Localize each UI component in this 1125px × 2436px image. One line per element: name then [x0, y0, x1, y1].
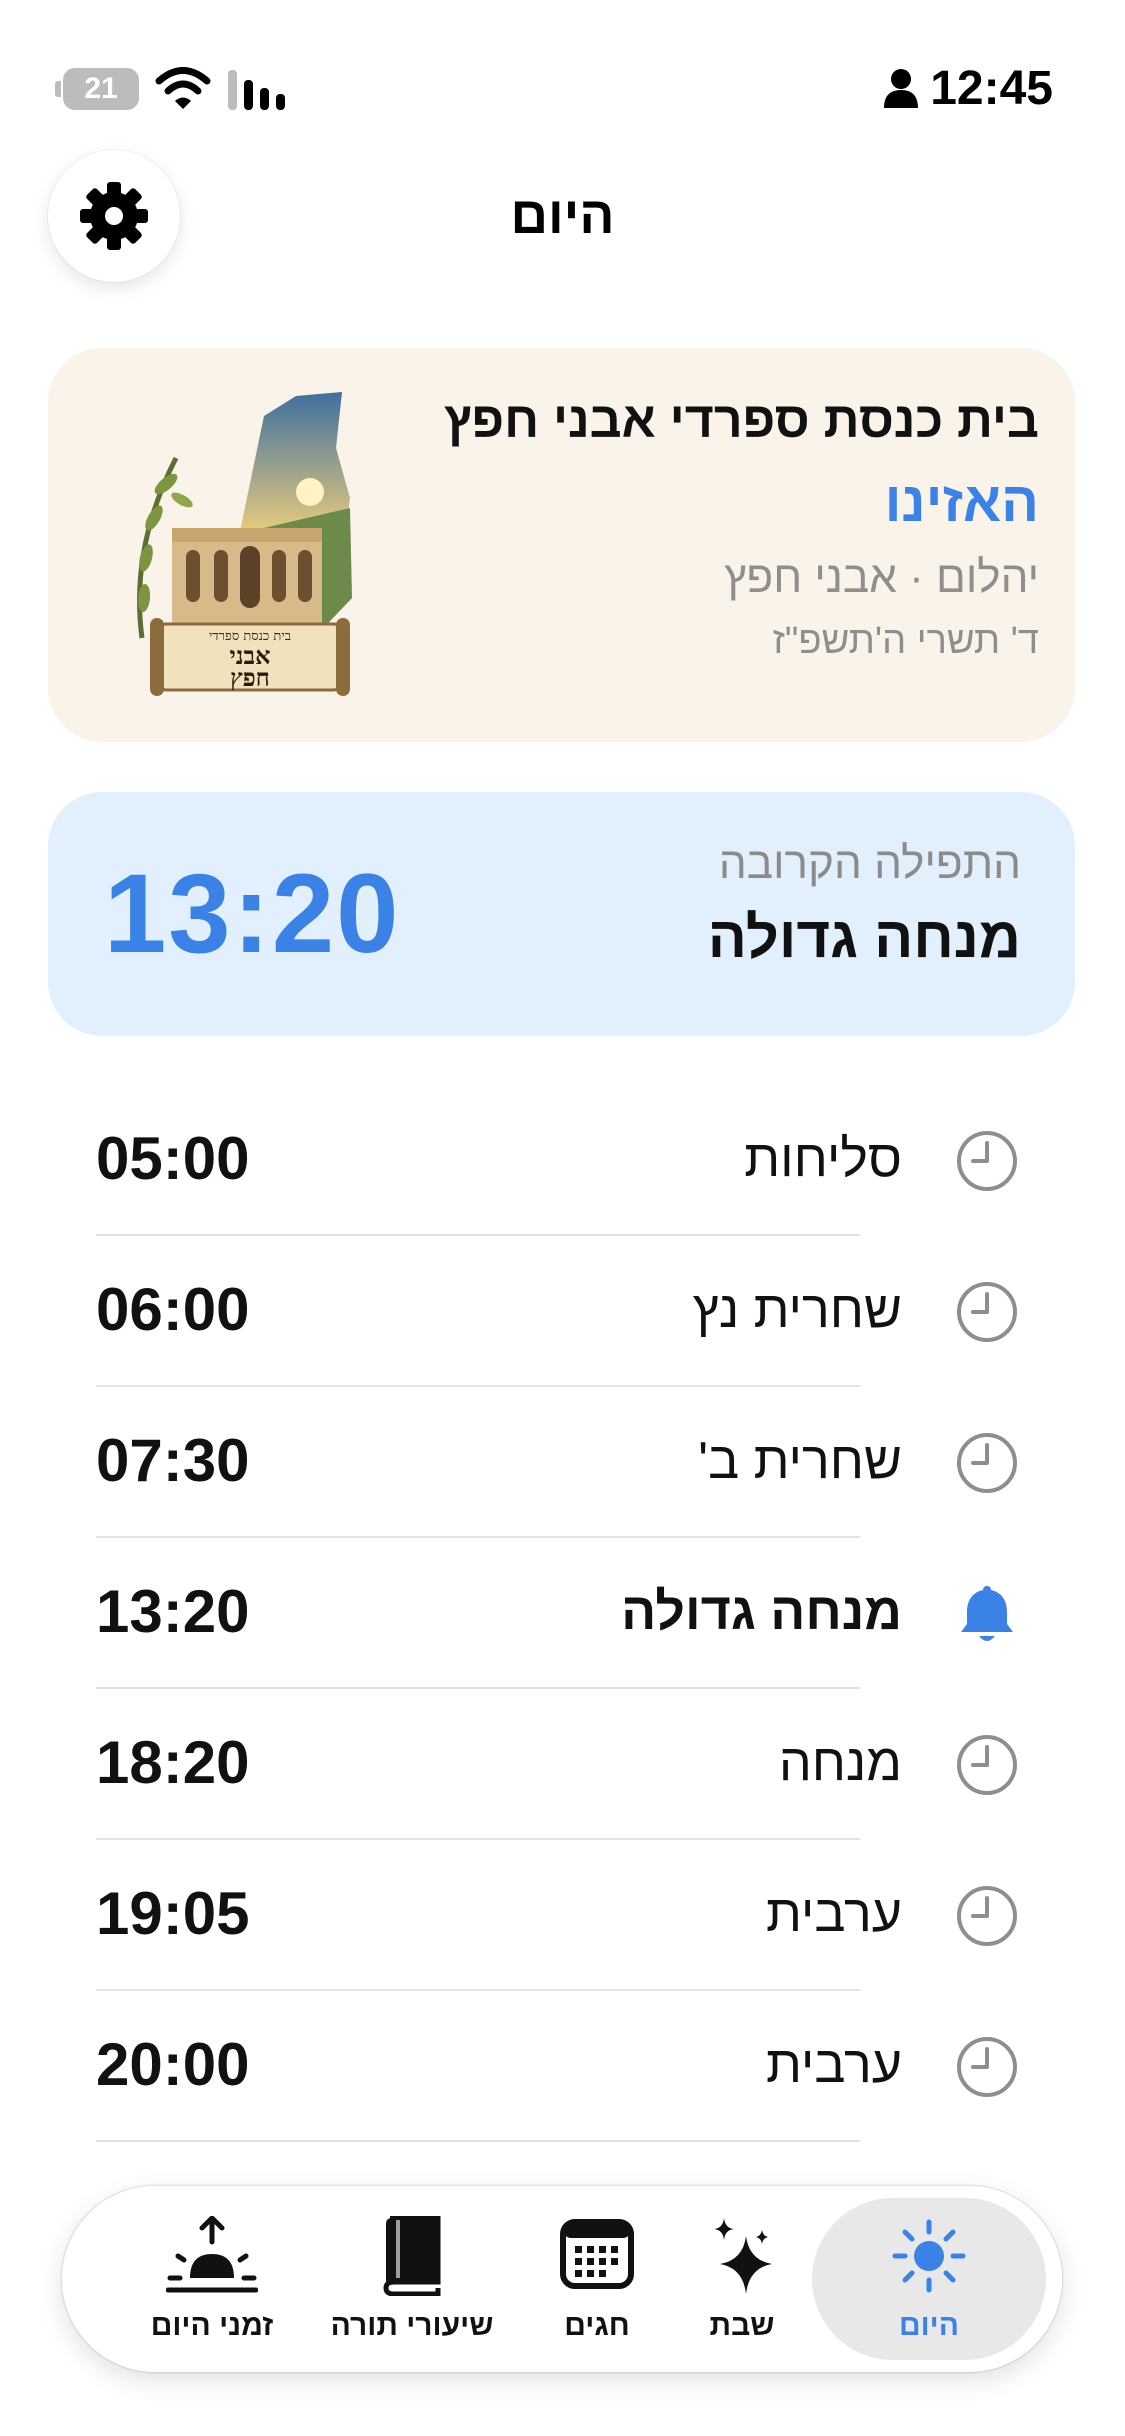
- prayer-row[interactable]: שחרית נץ 06:00: [0, 1236, 1125, 1387]
- tab-today[interactable]: היום: [812, 2198, 1046, 2360]
- next-prayer-card[interactable]: התפילה הקרובה מנחה גדולה 13:20: [48, 792, 1075, 1036]
- tab-holidays[interactable]: חגים: [522, 2198, 672, 2360]
- person-icon: [884, 69, 919, 108]
- prayer-name: שחרית נץ: [692, 1281, 902, 1339]
- prayer-time: 07:30: [96, 1427, 250, 1494]
- tab-shabbat-label: שבת: [709, 2309, 775, 2342]
- prayer-name: ערבית: [766, 1885, 902, 1943]
- calendar-icon: [560, 2219, 634, 2289]
- prayer-row[interactable]: סליחות 05:00: [0, 1085, 1125, 1236]
- clock-icon: [957, 1131, 1017, 1191]
- battery-icon: 21: [55, 68, 139, 110]
- next-prayer-time: 13:20: [104, 851, 401, 976]
- clock-icon: [957, 1282, 1017, 1342]
- clock-icon: [957, 1735, 1017, 1795]
- battery-level: 21: [84, 72, 118, 105]
- status-clock: 12:45: [884, 60, 1053, 116]
- tab-day-times[interactable]: זמני היום: [122, 2198, 302, 2360]
- synagogue-logo: בית כנסת ספרדי אבני חפץ: [137, 392, 352, 696]
- prayer-name: מנחה גדולה: [621, 1583, 902, 1641]
- prayer-row[interactable]: שחרית ב' 07:30: [0, 1387, 1125, 1538]
- hebrew-date: ד' תשרי ה'תשפ"ז: [772, 620, 1039, 662]
- clock-icon: [957, 1433, 1017, 1493]
- synagogue-name: בית כנסת ספרדי אבני חפץ: [444, 392, 1039, 448]
- wifi-icon: [155, 67, 211, 109]
- tab-holidays-label: חגים: [564, 2309, 630, 2342]
- next-prayer-name: מנחה גדולה: [707, 905, 1021, 970]
- sun-icon: [892, 2219, 966, 2293]
- divider: [96, 2140, 860, 2142]
- prayer-row[interactable]: ערבית 20:00: [0, 1991, 1125, 2142]
- sunrise-icon: [166, 2216, 258, 2293]
- logo-name-line2: חפץ: [230, 663, 270, 692]
- prayer-name: ערבית: [766, 2036, 902, 2094]
- status-time: 12:45: [930, 61, 1053, 115]
- tab-today-label: היום: [899, 2309, 959, 2342]
- synagogue-card[interactable]: בית כנסת ספרדי אבני חפץ האזינו יהלום · א…: [48, 348, 1075, 742]
- bell-icon: [961, 1586, 1013, 1641]
- prayer-name: סליחות: [744, 1130, 902, 1188]
- prayer-name: שחרית ב': [698, 1432, 902, 1490]
- synagogue-location: יהלום · אבני חפץ: [724, 553, 1039, 602]
- next-prayer-label: התפילה הקרובה: [718, 839, 1021, 888]
- prayer-time: 19:05: [96, 1880, 250, 1947]
- status-bar: 21 12:45: [0, 0, 1125, 170]
- tab-bar: היום שבת חגים שיעורי תורה זמני היום: [62, 2186, 1062, 2372]
- sparkles-icon: [714, 2218, 772, 2294]
- prayer-row-next[interactable]: מנחה גדולה 13:20: [0, 1538, 1125, 1689]
- tab-torah-lessons[interactable]: שיעורי תורה: [302, 2198, 522, 2360]
- prayer-row[interactable]: ערבית 19:05: [0, 1840, 1125, 1991]
- prayer-time: 20:00: [96, 2031, 250, 2098]
- torah-portion: האזינו: [884, 470, 1039, 533]
- prayer-time: 13:20: [96, 1578, 250, 1645]
- book-icon: [383, 2216, 441, 2296]
- prayer-row[interactable]: מנחה 18:20: [0, 1689, 1125, 1840]
- prayer-time: 06:00: [96, 1276, 250, 1343]
- tab-shabbat[interactable]: שבת: [672, 2198, 812, 2360]
- tab-torah-lessons-label: שיעורי תורה: [330, 2309, 494, 2342]
- tab-day-times-label: זמני היום: [150, 2309, 274, 2342]
- cellular-signal-icon: [228, 70, 285, 110]
- page-title: היום: [510, 187, 615, 245]
- prayer-time: 05:00: [96, 1125, 250, 1192]
- prayer-time: 18:20: [96, 1729, 250, 1796]
- clock-icon: [957, 2037, 1017, 2097]
- clock-icon: [957, 1886, 1017, 1946]
- prayer-name: מנחה: [778, 1734, 902, 1792]
